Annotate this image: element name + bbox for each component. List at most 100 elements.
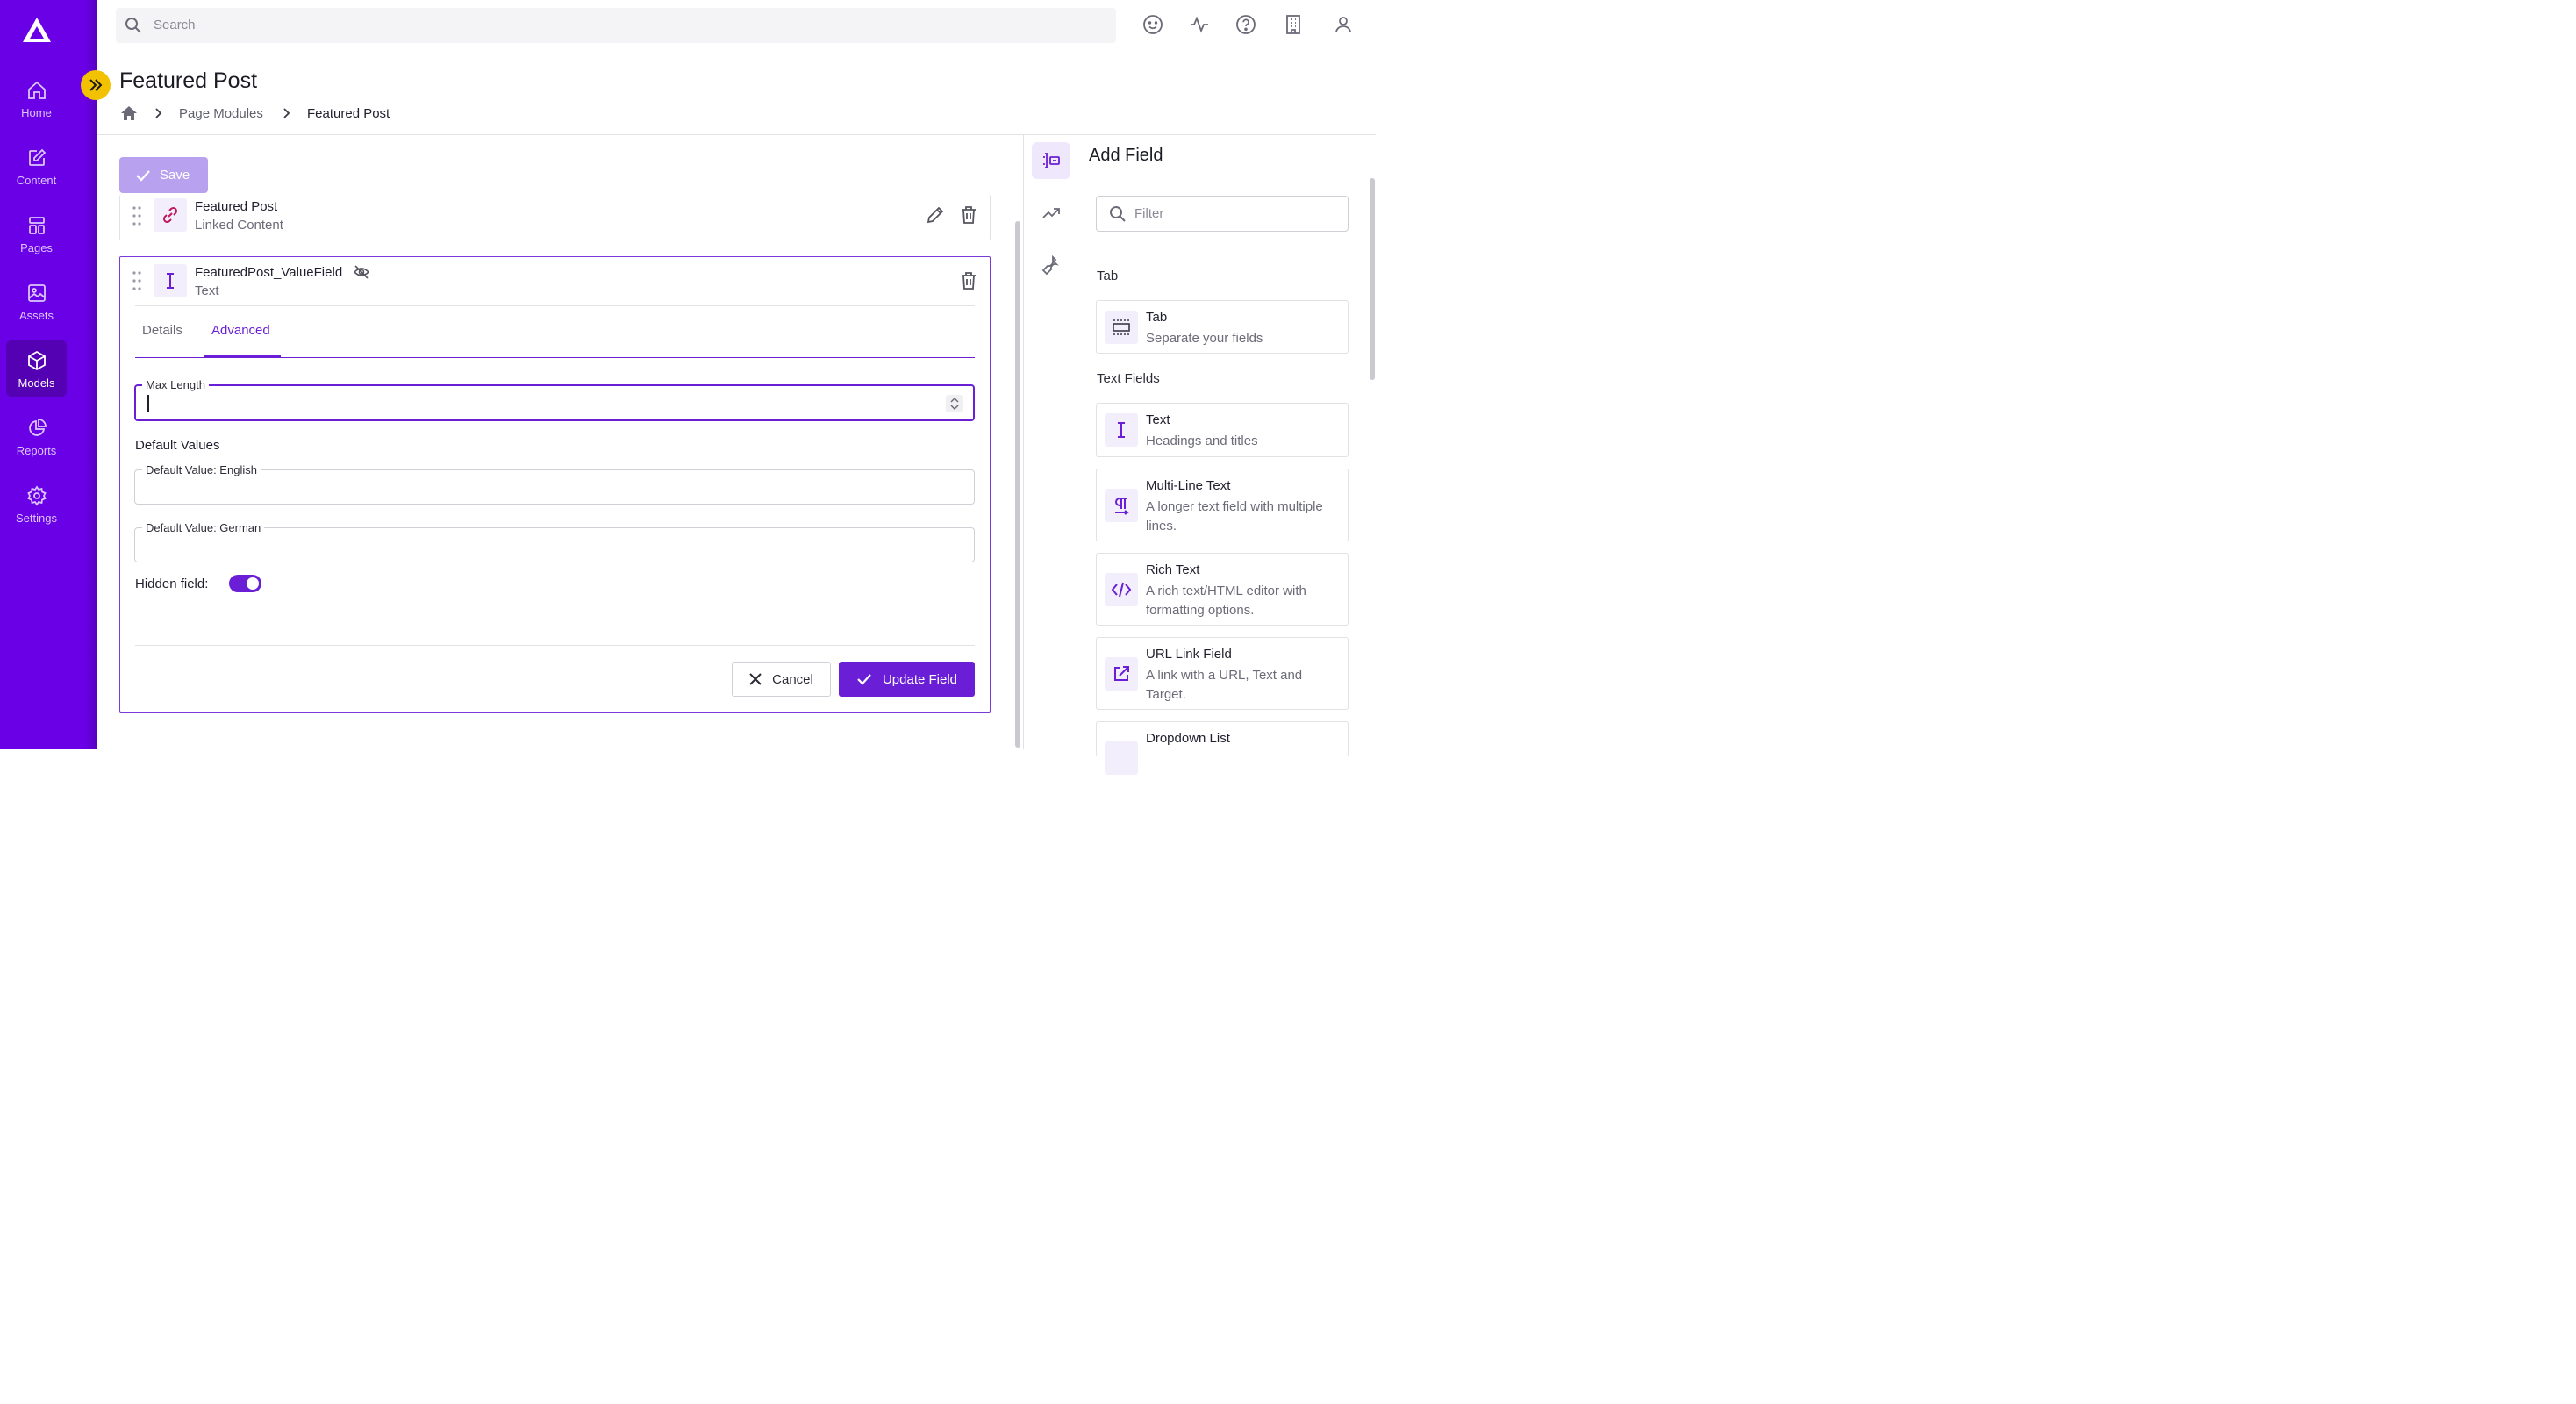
breadcrumb-home-icon[interactable]	[120, 105, 138, 121]
breadcrumb-current: Featured Post	[307, 106, 390, 121]
cancel-label: Cancel	[772, 671, 813, 687]
pencil-icon[interactable]	[926, 205, 945, 225]
filter-placeholder: Filter	[1134, 206, 1164, 221]
external-link-icon	[1105, 657, 1138, 691]
app-logo[interactable]	[21, 16, 53, 44]
field-type-multi-line-text[interactable]: Multi-Line Text A longer text field with…	[1096, 469, 1349, 541]
pages-icon	[28, 217, 45, 234]
sidebar-item-label: Settings	[16, 512, 57, 525]
filter-input[interactable]: Filter	[1096, 196, 1349, 232]
chevron-right-icon	[154, 108, 162, 118]
help-icon[interactable]	[1235, 14, 1256, 35]
field-type-tab[interactable]: Tab Separate your fields	[1096, 300, 1349, 354]
stepper-arrows-icon	[950, 397, 959, 411]
sidebar-item-settings[interactable]: Settings	[6, 476, 67, 532]
number-stepper[interactable]	[946, 395, 963, 412]
expand-sidebar-button[interactable]	[81, 70, 111, 100]
paragraph-icon	[1105, 489, 1138, 522]
save-label: Save	[160, 168, 190, 183]
link-icon	[154, 198, 187, 232]
divider	[135, 305, 975, 306]
field-type-desc: A link with a URL, Text and Target.	[1146, 668, 1303, 702]
add-field-title: Add Field	[1089, 146, 1163, 165]
top-bar: Search	[97, 0, 1376, 54]
update-field-button[interactable]: Update Field	[839, 662, 975, 697]
active-tab-indicator	[204, 355, 281, 358]
field-type-name: Multi-Line Text	[1146, 478, 1231, 493]
hidden-field-toggle[interactable]	[229, 575, 261, 592]
save-button[interactable]: Save	[119, 157, 208, 193]
close-icon	[749, 673, 762, 685]
field-type-name: Rich Text	[1146, 562, 1200, 577]
trending-icon[interactable]	[1032, 195, 1070, 232]
field-list-icon[interactable]	[1032, 142, 1070, 179]
panel-scrollbar[interactable]	[1370, 178, 1375, 380]
max-length-input[interactable]	[134, 384, 975, 421]
cancel-button[interactable]: Cancel	[732, 662, 831, 697]
field-type-desc: A longer text field with multiple lines.	[1146, 499, 1323, 534]
sidebar-item-label: Assets	[18, 309, 54, 322]
default-values-heading: Default Values	[135, 438, 220, 453]
smiley-icon[interactable]	[1142, 14, 1163, 35]
field-type-name: Dropdown List	[1146, 731, 1230, 746]
sidebar-item-home[interactable]: Home	[6, 70, 67, 126]
search-placeholder: Search	[154, 18, 196, 32]
field-type-text[interactable]: Text Headings and titles	[1096, 403, 1349, 457]
double-chevron-right-icon	[89, 79, 103, 91]
field-type-dropdown-list[interactable]: Dropdown List	[1096, 721, 1349, 775]
breadcrumb-item[interactable]: Page Modules	[179, 106, 263, 121]
sidebar-item-assets[interactable]: Assets	[6, 273, 67, 329]
sidebar-item-label: Reports	[16, 444, 57, 457]
sidebar-item-reports[interactable]: Reports	[6, 408, 67, 464]
user-icon[interactable]	[1333, 14, 1354, 35]
activity-icon[interactable]	[1189, 14, 1210, 35]
wrench-icon[interactable]	[1032, 247, 1070, 284]
field-name: FeaturedPost_ValueField	[195, 265, 343, 280]
check-icon	[136, 169, 150, 182]
tab-details[interactable]: Details	[142, 323, 182, 338]
home-icon	[27, 81, 46, 99]
default-german-label: Default Value: German	[142, 521, 265, 534]
default-english-label: Default Value: English	[142, 463, 261, 476]
search-icon	[1110, 206, 1126, 222]
page-title: Featured Post	[119, 68, 258, 93]
text-caret	[147, 395, 149, 412]
sidebar-item-label: Home	[21, 106, 52, 119]
tab-advanced[interactable]: Advanced	[211, 323, 270, 338]
building-icon[interactable]	[1283, 14, 1304, 35]
trash-icon[interactable]	[960, 271, 977, 290]
text-cursor-icon	[1105, 413, 1138, 447]
field-type-name: Tab	[1146, 310, 1168, 325]
field-type-rich-text[interactable]: Rich Text A rich text/HTML editor with f…	[1096, 553, 1349, 626]
sidebar-item-label: Pages	[20, 241, 53, 254]
max-length-label: Max Length	[142, 378, 209, 391]
check-icon	[857, 674, 871, 685]
section-label-text-fields: Text Fields	[1097, 371, 1160, 386]
sidebar-item-content[interactable]: Content	[6, 138, 67, 194]
dropdown-icon	[1105, 741, 1138, 775]
text-cursor-icon	[154, 264, 187, 297]
field-type: Text	[195, 283, 219, 298]
edit-icon	[28, 148, 46, 166]
image-icon	[27, 284, 46, 302]
sidebar-item-label: Content	[16, 174, 57, 187]
code-icon	[1105, 573, 1138, 606]
gear-icon	[26, 485, 47, 506]
field-type-url-link[interactable]: URL Link Field A link with a URL, Text a…	[1096, 637, 1349, 710]
main-scrollbar[interactable]	[1015, 221, 1020, 748]
sidebar-item-pages[interactable]: Pages	[6, 205, 67, 261]
search-icon	[125, 18, 141, 33]
tab-icon	[1105, 311, 1138, 344]
sidebar-item-models[interactable]: Models	[6, 340, 67, 397]
hidden-field-label: Hidden field:	[135, 577, 209, 591]
cube-icon	[27, 350, 46, 371]
tool-strip	[1023, 135, 1077, 749]
search-input[interactable]: Search	[116, 8, 1116, 43]
field-type-desc: Separate your fields	[1146, 331, 1263, 346]
field-type-name: Text	[1146, 412, 1170, 427]
update-label: Update Field	[882, 671, 958, 687]
field-type-name: URL Link Field	[1146, 647, 1232, 662]
trash-icon[interactable]	[960, 205, 977, 225]
drag-handle-icon[interactable]	[132, 205, 142, 226]
drag-handle-icon[interactable]	[132, 270, 142, 291]
